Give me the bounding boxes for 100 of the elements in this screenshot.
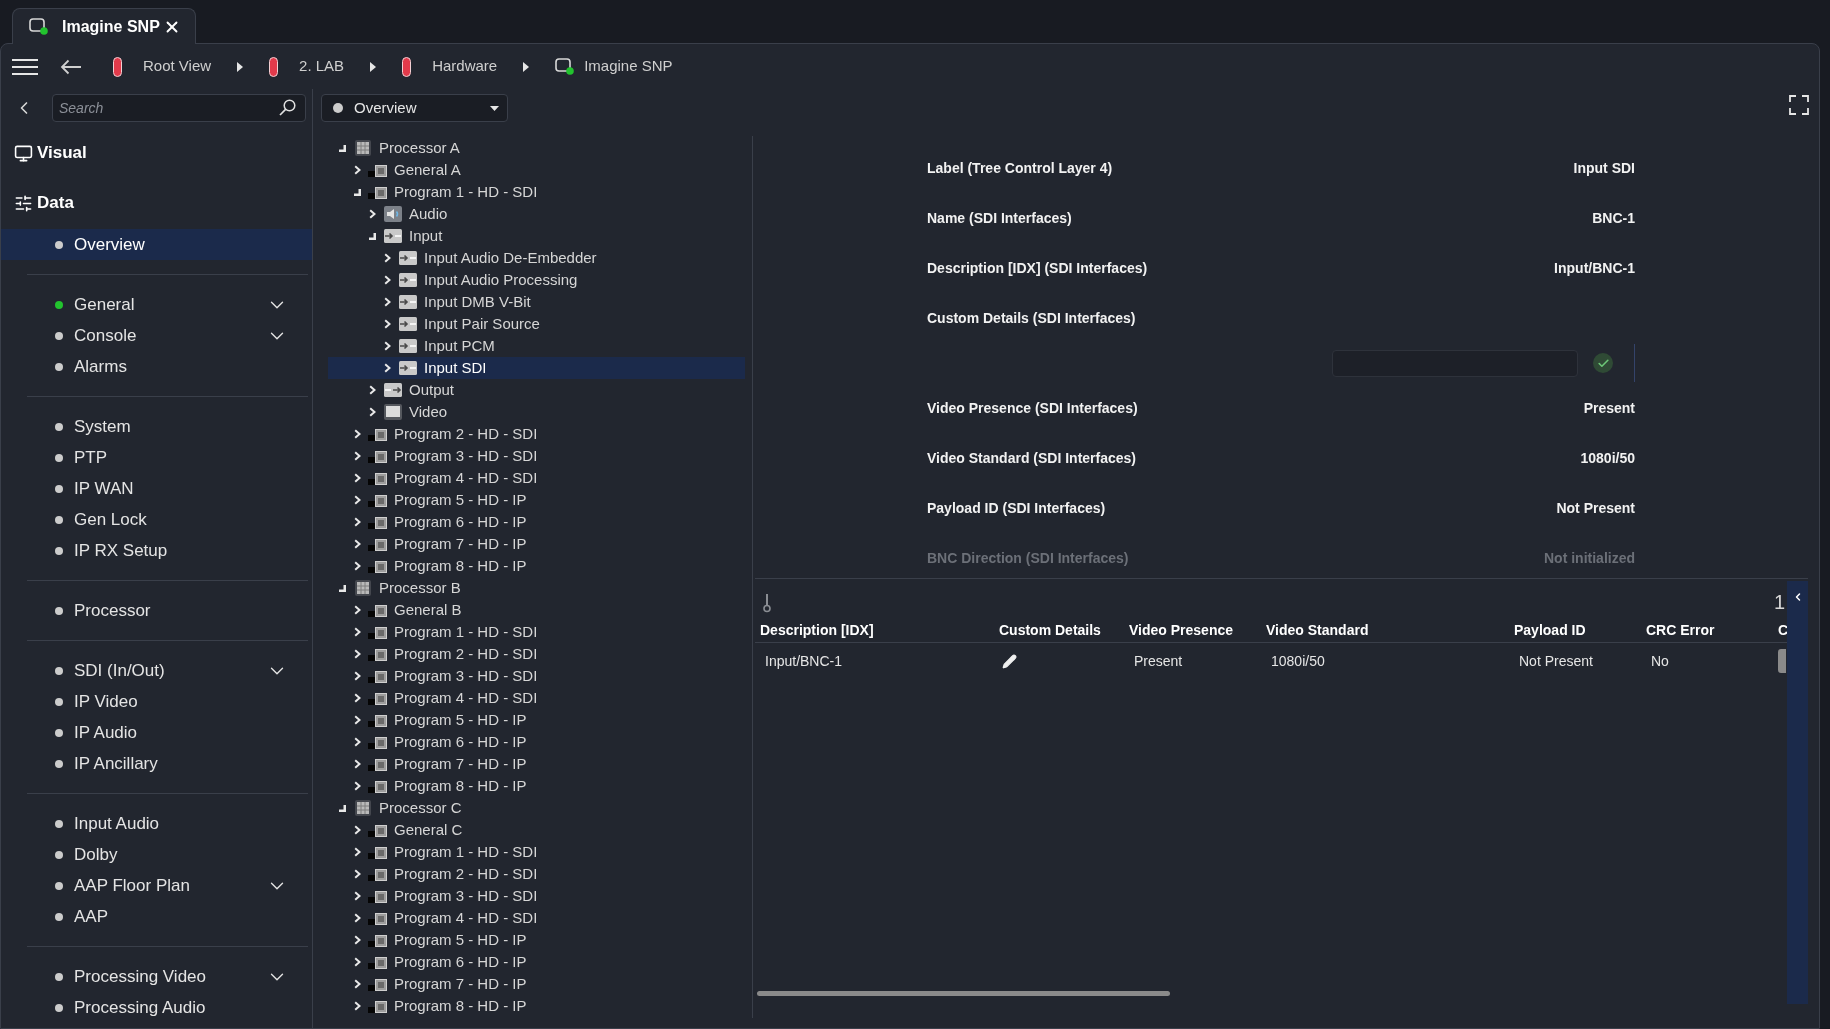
chevron-right-icon[interactable] — [353, 429, 361, 439]
tree-item[interactable]: Program 3 - HD - SDI — [328, 665, 745, 687]
chevron-right-icon[interactable] — [353, 627, 361, 637]
chevron-right-icon[interactable] — [383, 319, 391, 329]
tree-item[interactable]: Program 6 - HD - IP — [328, 511, 745, 533]
expanded-corner-icon[interactable] — [338, 144, 346, 152]
sidebar-item[interactable]: SDI (In/Out) — [1, 655, 312, 686]
sidebar-item[interactable]: Alarms — [1, 351, 312, 382]
sidebar-item[interactable]: PTP — [1, 442, 312, 473]
tree-item[interactable]: Program 2 - HD - SDI — [328, 643, 745, 665]
sidebar-item[interactable]: IP Video — [1, 686, 312, 717]
chevron-right-icon[interactable] — [353, 693, 361, 703]
scrollbar[interactable] — [757, 991, 1170, 996]
chevron-right-icon[interactable] — [383, 363, 391, 373]
breadcrumb-item[interactable]: Root View — [113, 55, 212, 78]
chevron-right-icon[interactable] — [353, 759, 361, 769]
sidebar-item[interactable]: Processor — [1, 595, 312, 626]
tree-item[interactable]: Program 2 - HD - SDI — [328, 423, 745, 445]
tree-item[interactable]: Processor C — [328, 797, 745, 819]
tree-item[interactable]: Program 7 - HD - IP — [328, 973, 745, 995]
column-header[interactable]: Payload ID — [1514, 620, 1586, 641]
section-header[interactable]: Data — [1, 187, 312, 219]
back-arrow-icon[interactable] — [60, 58, 82, 75]
chevron-right-icon[interactable] — [353, 869, 361, 879]
column-header[interactable]: Custom Details — [999, 620, 1101, 641]
tree-item[interactable]: Program 6 - HD - IP — [328, 951, 745, 973]
chevron-right-icon[interactable] — [368, 209, 376, 219]
chevron-right-icon[interactable] — [353, 671, 361, 681]
tree-item[interactable]: Program 4 - HD - SDI — [328, 467, 745, 489]
expanded-corner-icon[interactable] — [338, 584, 346, 592]
sidebar-item[interactable]: IP Audio — [1, 717, 312, 748]
chevron-right-icon[interactable] — [353, 495, 361, 505]
chevron-right-icon[interactable] — [353, 605, 361, 615]
chevron-right-icon[interactable] — [368, 407, 376, 417]
column-header[interactable]: CRC Error — [1646, 620, 1715, 641]
sidebar-item[interactable]: AAP — [1, 901, 312, 932]
chevron-right-icon[interactable] — [383, 341, 391, 351]
chevron-right-icon[interactable] — [353, 825, 361, 835]
tree-item[interactable]: Input Audio Processing — [328, 269, 745, 291]
tab[interactable]: Imagine SNP — [12, 8, 196, 44]
chevron-right-icon[interactable] — [353, 649, 361, 659]
tree-item[interactable]: Program 5 - HD - IP — [328, 929, 745, 951]
tree-item[interactable]: Video — [328, 401, 745, 423]
chevron-right-icon[interactable] — [353, 451, 361, 461]
chevron-right-icon[interactable] — [368, 385, 376, 395]
sidebar-item[interactable]: General — [1, 289, 312, 320]
tree-item[interactable]: Program 4 - HD - SDI — [328, 687, 745, 709]
chevron-right-icon[interactable] — [353, 957, 361, 967]
tree-item[interactable]: Input SDI — [328, 357, 745, 379]
chevron-right-icon[interactable] — [353, 935, 361, 945]
tree-item[interactable]: Program 7 - HD - IP — [328, 753, 745, 775]
sidebar-item[interactable]: Gen Lock — [1, 504, 312, 535]
sidebar-item[interactable]: IP Ancillary — [1, 748, 312, 779]
fullscreen-icon[interactable] — [1789, 95, 1809, 115]
tree-item[interactable]: Input Audio De-Embedder — [328, 247, 745, 269]
chevron-right-icon[interactable] — [353, 891, 361, 901]
menu-icon[interactable] — [12, 58, 38, 75]
chevron-right-icon[interactable] — [353, 913, 361, 923]
tree-item[interactable]: Program 8 - HD - IP — [328, 995, 745, 1017]
sidebar-item[interactable]: Overview — [1, 229, 312, 260]
search-field[interactable]: Search — [52, 94, 306, 122]
breadcrumb-item[interactable]: Hardware — [402, 55, 498, 78]
tree-item[interactable]: Program 3 - HD - SDI — [328, 885, 745, 907]
column-header[interactable]: Video Presence — [1129, 620, 1234, 641]
section-header[interactable]: Visual — [1, 137, 312, 169]
tree-item[interactable]: Program 8 - HD - IP — [328, 555, 745, 577]
tree-item[interactable]: Program 2 - HD - SDI — [328, 863, 745, 885]
tree-item[interactable]: General A — [328, 159, 745, 181]
expanded-corner-icon[interactable] — [368, 232, 376, 240]
chevron-right-icon[interactable] — [353, 517, 361, 527]
chevron-right-icon[interactable] — [353, 847, 361, 857]
sidebar-item[interactable]: AAP Floor Plan — [1, 870, 312, 901]
sidebar-item[interactable]: Console — [1, 320, 312, 351]
tree-item[interactable]: Program 1 - HD - SDI — [328, 621, 745, 643]
sidebar-item[interactable]: Processing Video — [1, 961, 312, 992]
chevron-right-icon[interactable] — [353, 473, 361, 483]
sidebar-item[interactable]: Processing Audio — [1, 992, 312, 1023]
tree-item[interactable]: General B — [328, 599, 745, 621]
sidebar-item[interactable]: System — [1, 411, 312, 442]
tree-item[interactable]: Output — [328, 379, 745, 401]
tree-item[interactable]: Audio — [328, 203, 745, 225]
tree-item[interactable]: Input Pair Source — [328, 313, 745, 335]
chevron-right-icon[interactable] — [353, 781, 361, 791]
sidebar-item[interactable]: IP RX Setup — [1, 535, 312, 566]
tree-item[interactable]: Program 1 - HD - SDI — [328, 841, 745, 863]
chevron-right-icon[interactable] — [383, 297, 391, 307]
expanded-corner-icon[interactable] — [338, 804, 346, 812]
sidebar-item[interactable]: Dolby — [1, 839, 312, 870]
tree-item[interactable]: Program 6 - HD - IP — [328, 731, 745, 753]
column-header[interactable]: Video Standard — [1266, 620, 1369, 641]
breadcrumb-item[interactable]: Imagine SNP — [555, 55, 673, 78]
tree-item[interactable]: Input — [328, 225, 745, 247]
chevron-right-icon[interactable] — [383, 275, 391, 285]
tree-item[interactable]: Input DMB V-Bit — [328, 291, 745, 313]
tree-item[interactable]: Processor A — [328, 137, 745, 159]
pencil-icon[interactable] — [1002, 653, 1017, 669]
breadcrumb-item[interactable]: 2. LAB — [269, 55, 345, 78]
expanded-corner-icon[interactable] — [353, 188, 361, 196]
column-header[interactable]: Description [IDX] — [760, 620, 874, 641]
sidebar-item[interactable]: Input Audio — [1, 808, 312, 839]
